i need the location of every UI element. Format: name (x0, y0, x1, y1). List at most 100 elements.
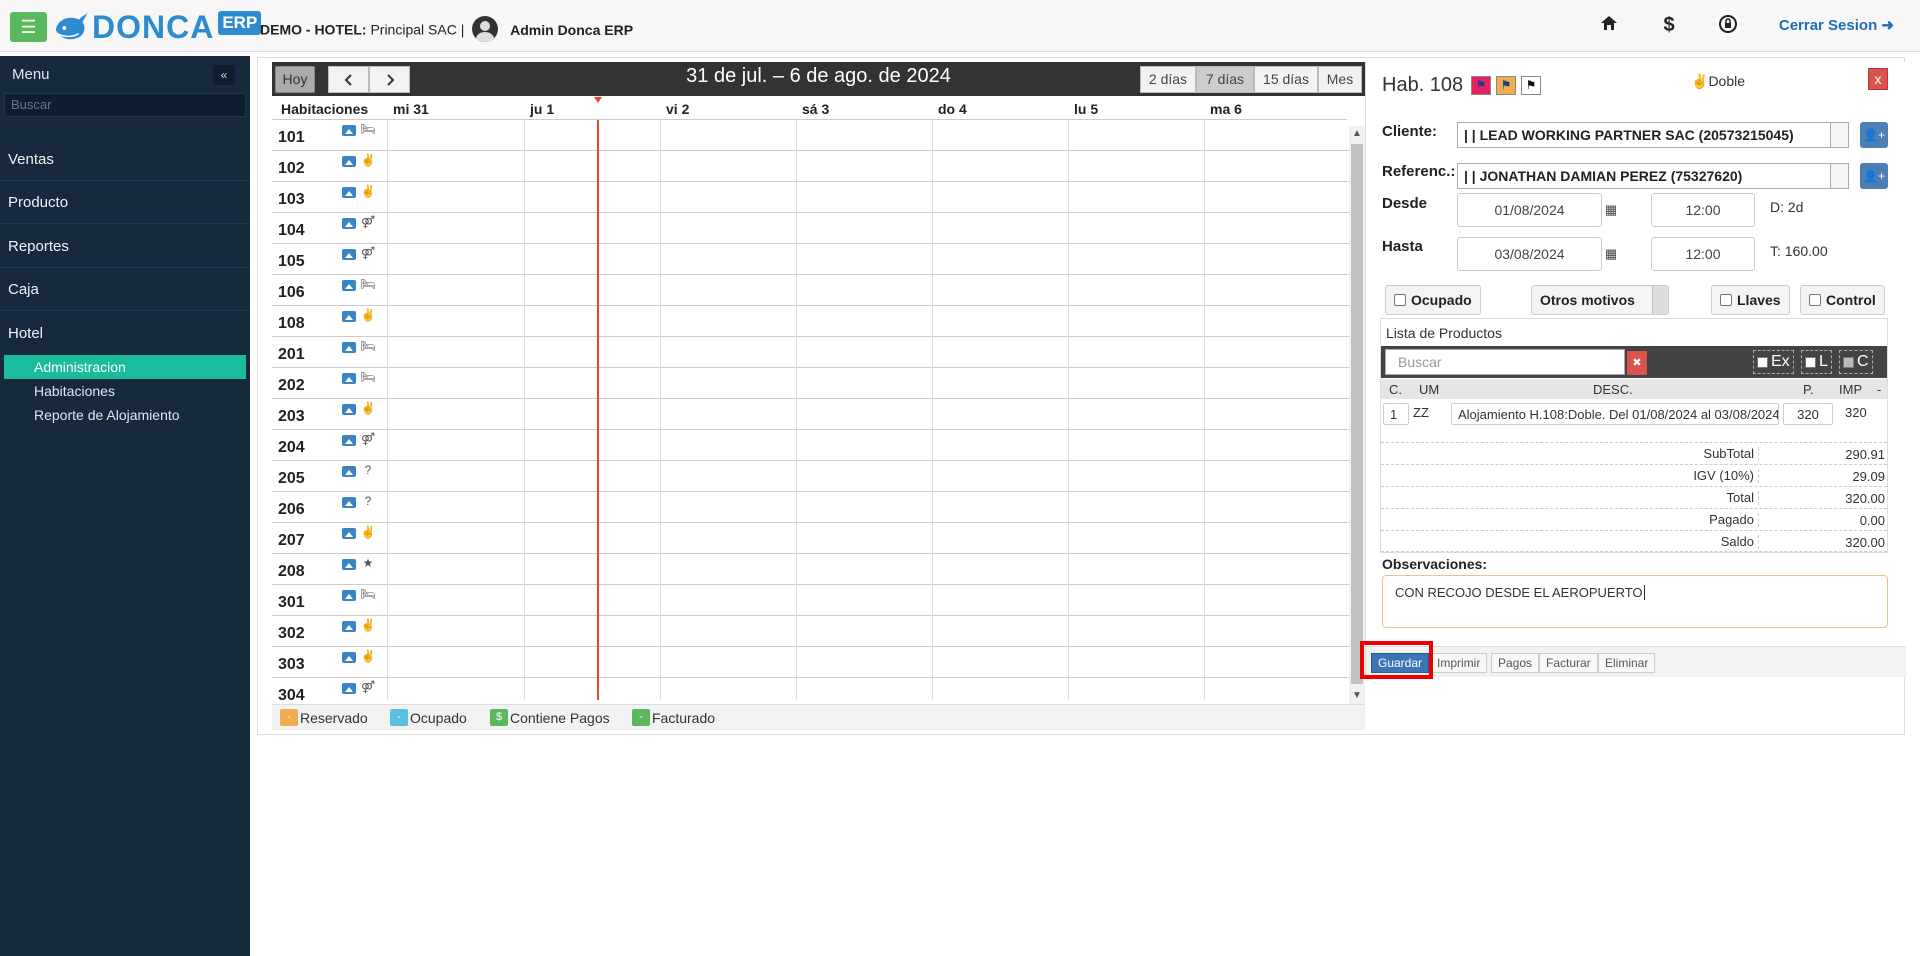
sidebar-subitem-habitaciones[interactable]: Habitaciones (4, 379, 246, 403)
flag-orange-icon[interactable]: ⚑ (1496, 76, 1516, 95)
bed-icon: 🛏 (360, 277, 376, 291)
image-icon[interactable] (342, 125, 356, 136)
add-reference-button[interactable]: 👤+ (1860, 163, 1888, 189)
view-15-dias-button[interactable]: 15 días (1254, 66, 1318, 93)
control-checkbox[interactable]: Control (1800, 285, 1885, 315)
room-row[interactable]: 303 ✌ (272, 647, 1349, 678)
sidebar-item-producto[interactable]: Producto (0, 181, 250, 224)
room-row[interactable]: 304 ⚤ (272, 678, 1349, 700)
scheduler-grid[interactable]: 101 🛏 102 ✌ 103 ✌ 104 ⚤ 105 ⚤ 106 🛏 108 ✌ 201 🛏 202 🛏 203 ✌… (272, 120, 1365, 700)
image-icon[interactable] (342, 249, 356, 260)
room-row[interactable]: 302 ✌ (272, 616, 1349, 647)
sidebar-subitem-reporte-alojamiento[interactable]: Reporte de Alojamiento (4, 403, 246, 427)
image-icon[interactable] (342, 621, 356, 632)
scroll-up-icon[interactable]: ▲ (1349, 126, 1365, 142)
room-row[interactable]: 204 ⚤ (272, 430, 1349, 461)
today-button[interactable]: Hoy (275, 66, 315, 93)
top-bar: ☰ DONCA ERP DEMO - HOTEL: Principal SAC … (0, 0, 1920, 52)
calendar-icon[interactable]: ▦ (1602, 193, 1620, 227)
c-checkbox[interactable]: C (1839, 350, 1873, 374)
room-row[interactable]: 101 🛏 (272, 120, 1349, 151)
room-row[interactable]: 104 ⚤ (272, 213, 1349, 244)
products-search-input[interactable]: Buscar (1385, 349, 1625, 375)
image-icon[interactable] (342, 559, 356, 570)
image-icon[interactable] (342, 311, 356, 322)
scroll-thumb[interactable] (1351, 144, 1363, 684)
pagos-button[interactable]: Pagos (1491, 653, 1540, 673)
view-2-dias-button[interactable]: 2 días (1140, 66, 1196, 93)
flag-pink-icon[interactable]: ⚑ (1471, 76, 1491, 95)
room-row[interactable]: 108 ✌ (272, 306, 1349, 337)
otros-motivos-dropdown[interactable]: Otros motivos (1531, 285, 1669, 315)
admin-name: Admin Donca ERP (510, 21, 634, 38)
sidebar-item-hotel[interactable]: Hotel (0, 312, 250, 355)
sidebar-item-ventas[interactable]: Ventas (0, 138, 250, 181)
clear-search-icon[interactable]: ✖ (1627, 351, 1647, 375)
home-icon[interactable] (1596, 14, 1622, 38)
image-icon[interactable] (342, 435, 356, 446)
room-row[interactable]: 106 🛏 (272, 275, 1349, 306)
image-icon[interactable] (342, 342, 356, 353)
hasta-date-input[interactable]: 03/08/2024 (1457, 237, 1602, 271)
lock-icon[interactable] (1715, 14, 1741, 40)
referenc-select[interactable]: | | JONATHAN DAMIAN PEREZ (75327620) (1457, 163, 1849, 189)
qty-input[interactable]: 1 (1383, 403, 1409, 425)
room-row[interactable]: 207 ✌ (272, 523, 1349, 554)
image-icon[interactable] (342, 187, 356, 198)
desde-date-input[interactable]: 01/08/2024 (1457, 193, 1602, 227)
llaves-checkbox[interactable]: Llaves (1711, 285, 1790, 315)
eliminar-button[interactable]: Eliminar (1598, 653, 1656, 673)
image-icon[interactable] (342, 466, 356, 477)
sidebar-subitem-administracion[interactable]: Administracion (4, 355, 246, 379)
room-row[interactable]: 203 ✌ (272, 399, 1349, 430)
image-icon[interactable] (342, 683, 356, 694)
room-row[interactable]: 105 ⚤ (272, 244, 1349, 275)
view-mes-button[interactable]: Mes (1318, 66, 1362, 93)
calendar-icon[interactable]: ▦ (1602, 237, 1620, 271)
flag-white-icon[interactable]: ⚑ (1521, 76, 1541, 95)
image-icon[interactable] (342, 156, 356, 167)
sidebar-item-reportes[interactable]: Reportes (0, 225, 250, 268)
scroll-down-icon[interactable]: ▼ (1349, 688, 1365, 704)
l-checkbox[interactable]: L (1801, 350, 1832, 374)
image-icon[interactable] (342, 528, 356, 539)
add-client-button[interactable]: 👤+ (1860, 122, 1888, 148)
room-row[interactable]: 103 ✌ (272, 182, 1349, 213)
ex-checkbox[interactable]: Ex (1753, 350, 1794, 374)
image-icon[interactable] (342, 590, 356, 601)
imprimir-button[interactable]: Imprimir (1431, 653, 1488, 673)
sidebar-item-caja[interactable]: Caja (0, 268, 250, 311)
observaciones-textarea[interactable]: CON RECOJO DESDE EL AEROPUERTO (1382, 575, 1888, 628)
close-button[interactable]: x (1868, 68, 1888, 90)
room-row[interactable]: 102 ✌ (272, 151, 1349, 182)
room-row[interactable]: 201 🛏 (272, 337, 1349, 368)
dollar-icon[interactable]: $ (1656, 14, 1682, 37)
next-button[interactable] (369, 66, 410, 93)
image-icon[interactable] (342, 652, 356, 663)
scheduler-scrollbar[interactable]: ▲ ▼ (1349, 126, 1365, 706)
image-icon[interactable] (342, 497, 356, 508)
collapse-sidebar-icon[interactable]: « (213, 65, 235, 85)
room-row[interactable]: 202 🛏 (272, 368, 1349, 399)
desc-input[interactable]: Alojamiento H.108:Doble. Del 01/08/2024 … (1451, 403, 1779, 425)
price-input[interactable]: 320 (1783, 403, 1833, 425)
sidebar-search-input[interactable]: Buscar (4, 93, 246, 117)
facturar-button[interactable]: Facturar (1539, 653, 1598, 673)
image-icon[interactable] (342, 280, 356, 291)
legend-contiene-pagos: $ Contiene Pagos (490, 709, 610, 726)
hasta-time-input[interactable]: 12:00 (1651, 237, 1755, 271)
image-icon[interactable] (342, 218, 356, 229)
desde-time-input[interactable]: 12:00 (1651, 193, 1755, 227)
cliente-select[interactable]: | | LEAD WORKING PARTNER SAC (2057321504… (1457, 122, 1849, 148)
prev-button[interactable] (328, 66, 369, 93)
ocupado-checkbox[interactable]: Ocupado (1385, 285, 1481, 315)
logout-link[interactable]: Cerrar Sesion ➜ (1779, 16, 1894, 34)
menu-toggle-button[interactable]: ☰ (10, 12, 47, 42)
room-row[interactable]: 208 ★ (272, 554, 1349, 585)
view-7-dias-button[interactable]: 7 días (1196, 66, 1254, 93)
image-icon[interactable] (342, 404, 356, 415)
room-row[interactable]: 301 🛏 (272, 585, 1349, 616)
room-row[interactable]: 205? (272, 461, 1349, 492)
room-row[interactable]: 206? (272, 492, 1349, 523)
image-icon[interactable] (342, 373, 356, 384)
